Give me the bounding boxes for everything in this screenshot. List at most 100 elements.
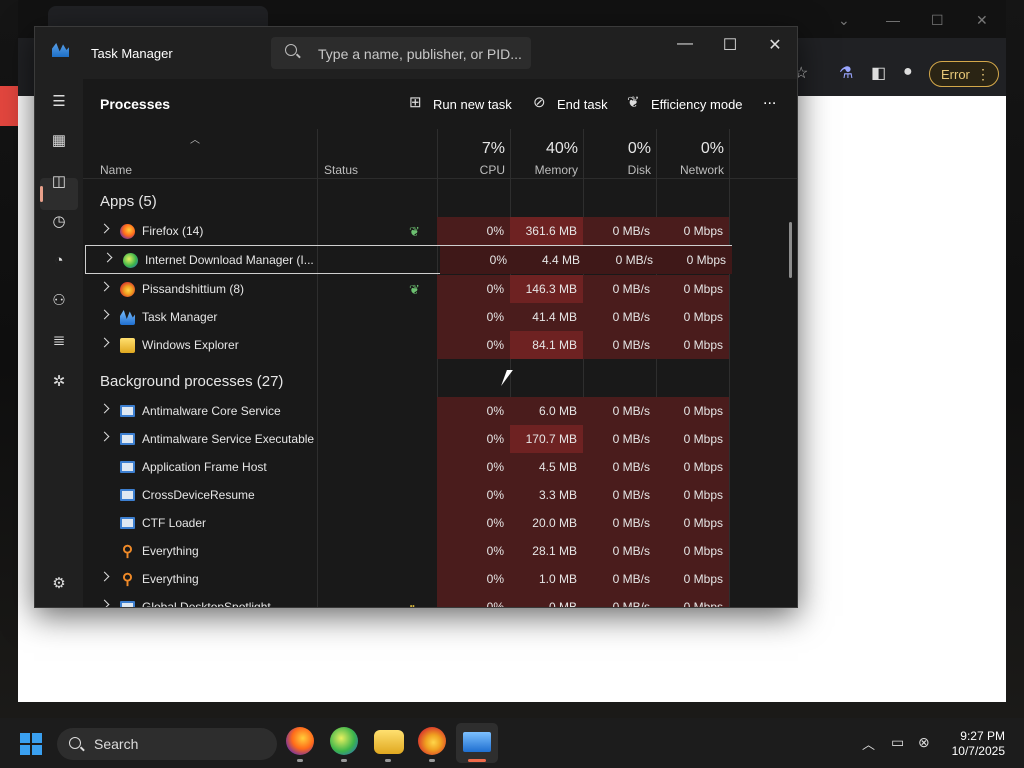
close-button[interactable]: ✕: [765, 35, 785, 55]
table-row[interactable]: ⚲ Everything 0% 28.1 MB 0 MB/s 0 Mbps: [83, 537, 733, 565]
memory-cell: 4.5 MB: [510, 453, 583, 481]
disk-cell: 0 MB/s: [583, 481, 656, 509]
file-explorer-taskbar-icon[interactable]: [374, 730, 404, 754]
windows-logo-icon: [20, 733, 30, 743]
column-cpu[interactable]: CPU: [439, 163, 505, 177]
table-row[interactable]: Task Manager 0% 41.4 MB 0 MB/s 0 Mbps: [83, 303, 733, 331]
disk-cell: 0 MB/s: [583, 275, 656, 303]
labs-icon[interactable]: ⚗: [839, 63, 853, 83]
tab-list-icon[interactable]: ⌄: [838, 12, 850, 29]
table-row[interactable]: Application Frame Host 0% 4.5 MB 0 MB/s …: [83, 453, 733, 481]
expand-chevron-icon[interactable]: [99, 337, 110, 348]
expand-chevron-icon[interactable]: [99, 571, 110, 582]
network-cell: 0 Mbps: [656, 425, 729, 453]
red-banner: [0, 86, 18, 126]
disk-cell: 0 MB/s: [583, 593, 656, 607]
chromium-taskbar-icon[interactable]: [418, 727, 446, 755]
taskbar-search[interactable]: Search: [57, 728, 277, 760]
expand-chevron-icon[interactable]: [99, 599, 110, 607]
table-row[interactable]: Global DesktopSpotlight ⏸ 0% 0 MB 0 MB/s…: [83, 593, 733, 607]
disk-cell: 0 MB/s: [583, 537, 656, 565]
end-task-button[interactable]: End task: [557, 97, 608, 112]
sidebar-icon[interactable]: ◧: [871, 63, 886, 83]
volume-muted-icon[interactable]: ⊗: [918, 734, 930, 751]
close-icon[interactable]: ✕: [976, 12, 988, 29]
table-row[interactable]: ⚲ Everything 0% 1.0 MB 0 MB/s 0 Mbps: [83, 565, 733, 593]
network-cell: 0 Mbps: [656, 453, 729, 481]
disk-cell: 0 MB/s: [583, 397, 656, 425]
clock-time: 9:27 PM: [960, 729, 1005, 743]
network-cell: 0 Mbps: [659, 246, 732, 274]
profile-icon[interactable]: ●: [903, 63, 913, 81]
menu-dots-icon[interactable]: ⋮: [976, 66, 990, 83]
apps-group-header: Apps (5): [100, 193, 157, 210]
table-row[interactable]: CrossDeviceResume 0% 3.3 MB 0 MB/s 0 Mbp…: [83, 481, 733, 509]
efficiency-mode-button[interactable]: Efficiency mode: [651, 97, 743, 112]
hamburger-icon[interactable]: ☰: [49, 92, 69, 112]
disk-total: 0%: [627, 140, 651, 157]
column-memory[interactable]: Memory: [512, 163, 578, 177]
disk-cell: 0 MB/s: [583, 303, 656, 331]
error-button[interactable]: Error ⋮: [929, 61, 999, 87]
task-manager-logo-icon: [52, 43, 69, 57]
expand-chevron-icon[interactable]: [99, 281, 110, 292]
details-icon[interactable]: ≣: [49, 331, 69, 351]
startup-apps-icon[interactable]: ◔: [49, 251, 69, 271]
service-window-icon: [120, 489, 135, 501]
performance-icon[interactable]: ◫: [49, 172, 69, 192]
minimize-button[interactable]: —: [675, 35, 695, 53]
idm-taskbar-icon[interactable]: [330, 727, 358, 755]
column-name[interactable]: Name: [100, 163, 132, 177]
table-row[interactable]: Windows Explorer 0% 84.1 MB 0 MB/s 0 Mbp…: [83, 331, 733, 359]
users-icon[interactable]: ⚇: [49, 291, 69, 311]
table-row[interactable]: Pissandshittium (8) ❦ 0% 146.3 MB 0 MB/s…: [83, 275, 733, 303]
chevron-up-icon[interactable]: ︿: [862, 734, 875, 753]
minimize-icon[interactable]: —: [886, 12, 900, 28]
services-icon[interactable]: ✲: [49, 372, 69, 392]
table-row[interactable]: CTF Loader 0% 20.0 MB 0 MB/s 0 Mbps: [83, 509, 733, 537]
maximize-button[interactable]: ☐: [720, 35, 740, 55]
scrollbar-thumb[interactable]: [789, 222, 792, 278]
table-row[interactable]: Antimalware Service Executable 0% 170.7 …: [83, 425, 733, 453]
process-name: Antimalware Service Executable: [142, 432, 315, 446]
task-manager-taskbar-icon[interactable]: [463, 732, 491, 752]
task-manager-icon: [120, 310, 135, 325]
maximize-icon[interactable]: ☐: [931, 12, 944, 29]
app-history-icon[interactable]: ◷: [49, 212, 69, 232]
column-status[interactable]: Status: [324, 163, 358, 177]
memory-cell: 20.0 MB: [510, 509, 583, 537]
memory-total: 40%: [545, 140, 578, 157]
network-cell: 0 Mbps: [656, 397, 729, 425]
table-row-selected[interactable]: Internet Download Manager (I... 0% 4.4 M…: [85, 245, 732, 274]
disk-cell: 0 MB/s: [583, 217, 656, 245]
disk-cell: 0 MB/s: [583, 425, 656, 453]
expand-chevron-icon[interactable]: [99, 309, 110, 320]
cpu-total: 7%: [481, 140, 505, 157]
expand-chevron-icon[interactable]: [99, 223, 110, 234]
cpu-cell: 0%: [437, 425, 510, 453]
process-name: Everything: [142, 572, 199, 586]
table-row[interactable]: Firefox (14) ❦ 0% 361.6 MB 0 MB/s 0 Mbps: [83, 217, 733, 245]
network-cell: 0 Mbps: [656, 509, 729, 537]
search-input[interactable]: Type a name, publisher, or PID...: [271, 37, 531, 69]
firefox-taskbar-icon[interactable]: [286, 727, 314, 755]
clock[interactable]: 9:27 PM 10/7/2025: [940, 729, 1005, 759]
expand-chevron-icon[interactable]: [99, 431, 110, 442]
expand-chevron-icon[interactable]: [99, 403, 110, 414]
settings-gear-icon[interactable]: ⚙: [49, 574, 69, 594]
network-display-icon[interactable]: ▭: [891, 734, 904, 751]
processes-icon[interactable]: ▦: [49, 131, 69, 151]
firefox-icon: [120, 224, 135, 239]
more-options-button[interactable]: ...: [763, 91, 776, 109]
process-name: CTF Loader: [142, 516, 207, 530]
expand-chevron-icon[interactable]: [102, 252, 113, 263]
memory-cell: 84.1 MB: [510, 331, 583, 359]
cpu-cell: 0%: [437, 275, 510, 303]
start-button[interactable]: [20, 733, 42, 755]
table-row[interactable]: Antimalware Core Service 0% 6.0 MB 0 MB/…: [83, 397, 733, 425]
run-new-task-button[interactable]: Run new task: [433, 97, 512, 112]
sort-arrow-icon[interactable]: ︿: [190, 131, 200, 146]
service-window-icon: [120, 601, 135, 607]
column-network[interactable]: Network: [658, 163, 724, 177]
column-disk[interactable]: Disk: [585, 163, 651, 177]
